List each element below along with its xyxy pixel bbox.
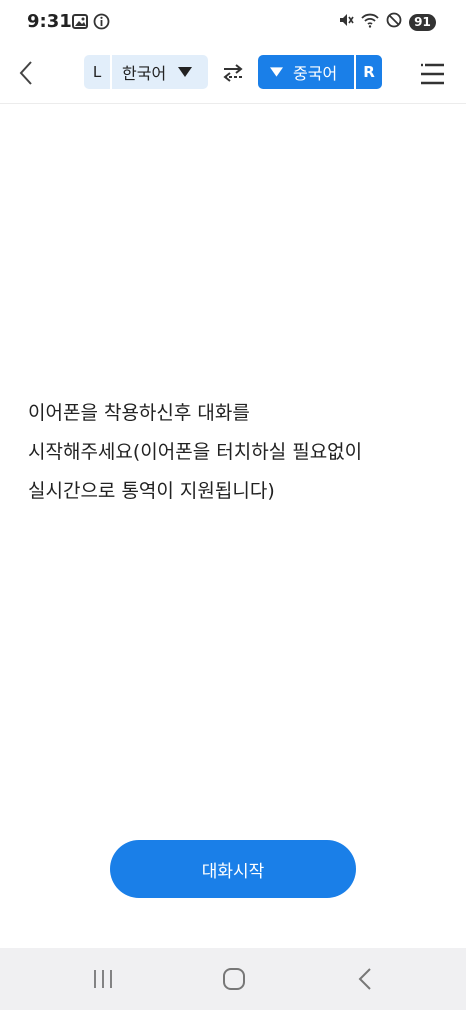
caret-down-icon: [178, 67, 193, 77]
status-bar: 9:31 91: [0, 0, 466, 44]
home-icon: [223, 968, 245, 990]
left-language-label: 한국어: [122, 64, 167, 83]
back-button[interactable]: [12, 56, 40, 90]
status-left-icons: [72, 13, 110, 34]
right-badge: R: [356, 55, 382, 89]
right-language-group: 중국어 R: [258, 55, 382, 89]
recent-apps-button[interactable]: [88, 966, 118, 992]
instruction-text: 이어폰을 착용하신후 대화를 시작해주세요(이어폰을 터치하실 필요없이 실시간…: [28, 402, 363, 502]
recent-apps-icon: [94, 970, 112, 988]
right-language-select[interactable]: 중국어: [258, 55, 354, 89]
chevron-left-icon: [19, 61, 32, 85]
left-badge: L: [84, 55, 110, 89]
left-language-select[interactable]: 한국어: [112, 55, 208, 89]
nav-back-button[interactable]: [350, 966, 380, 992]
left-language-group: L 한국어: [84, 55, 208, 89]
do-not-disturb-icon: [386, 12, 402, 32]
start-conversation-button[interactable]: 대화시작: [110, 840, 356, 898]
mute-icon: [338, 12, 354, 32]
wifi-icon: [361, 12, 379, 32]
right-language-label: 중국어: [293, 64, 338, 83]
status-time: 9:31: [27, 11, 72, 32]
battery-icon: 91: [409, 13, 436, 31]
swap-languages-button[interactable]: [218, 58, 248, 88]
home-button[interactable]: [219, 966, 249, 992]
menu-button[interactable]: [418, 60, 446, 88]
caret-down-icon: [270, 67, 283, 77]
info-icon: [93, 13, 110, 34]
system-nav-bar: [0, 948, 466, 1010]
swap-icon: [223, 64, 243, 82]
status-right-icons: 91: [338, 12, 436, 32]
image-icon: [72, 14, 88, 33]
menu-icon: [421, 63, 444, 85]
back-icon: [358, 968, 371, 990]
app-header: L 한국어 중국어 R: [0, 44, 466, 104]
